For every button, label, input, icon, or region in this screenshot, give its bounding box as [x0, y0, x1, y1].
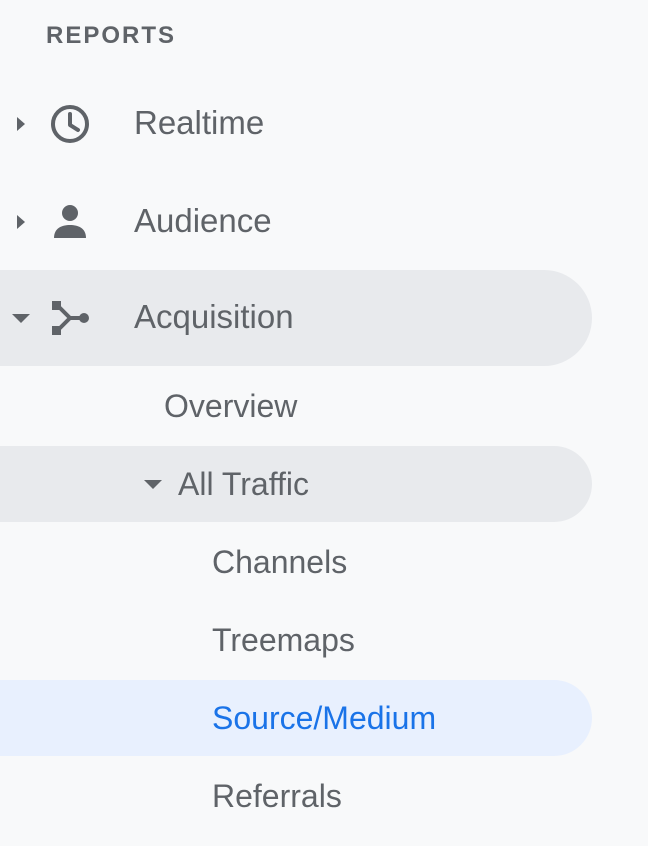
reports-sidebar: REPORTS Realtime Audience Acquisition Ov… [0, 0, 648, 846]
sidebar-item-label: Channels [212, 544, 348, 580]
sidebar-item-label: All Traffic [178, 466, 309, 502]
sidebar-item-acquisition[interactable]: Acquisition [0, 270, 592, 366]
person-icon [54, 205, 86, 238]
sidebar-item-label: Realtime [134, 104, 265, 141]
section-title-reports: REPORTS [46, 22, 177, 49]
clock-icon [51, 105, 89, 143]
sidebar-item-audience[interactable]: Audience [0, 174, 592, 270]
sidebar-item-overview[interactable]: Overview [0, 368, 592, 444]
sidebar-item-all-traffic[interactable]: All Traffic [0, 446, 592, 522]
sidebar-item-realtime[interactable]: Realtime [0, 76, 592, 172]
sidebar-item-treemaps[interactable]: Treemaps [0, 602, 592, 678]
collapse-caret-icon[interactable] [144, 480, 162, 489]
expand-caret-icon[interactable] [17, 215, 25, 229]
sidebar-item-label: Audience [134, 202, 272, 239]
expand-caret-icon[interactable] [17, 117, 25, 131]
acquisition-icon [52, 301, 89, 335]
collapse-caret-icon[interactable] [12, 314, 30, 323]
sidebar-item-source-medium[interactable]: Source/Medium [0, 680, 592, 756]
sidebar-item-label: Treemaps [212, 622, 355, 658]
sidebar-item-label: Acquisition [134, 298, 294, 335]
sidebar-item-label: Referrals [212, 778, 342, 814]
sidebar-item-referrals[interactable]: Referrals [0, 758, 592, 834]
sidebar-item-channels[interactable]: Channels [0, 524, 592, 600]
sidebar-item-label: Source/Medium [212, 700, 437, 736]
sidebar-item-label: Overview [164, 388, 298, 424]
